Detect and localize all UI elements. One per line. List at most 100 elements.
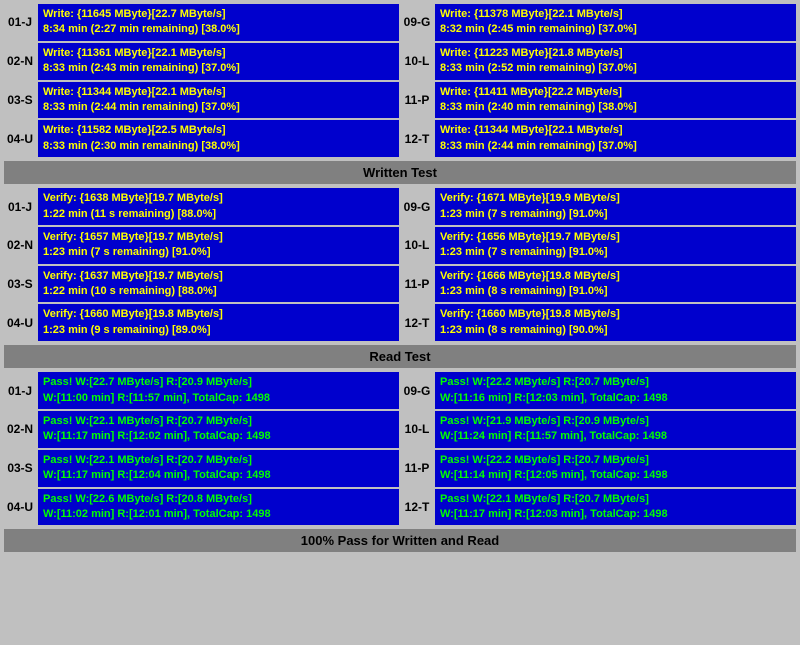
- row-cell-right: Pass! W:[22.2 MByte/s] R:[20.7 MByte/s]W…: [435, 450, 796, 487]
- cell-line2: W:[11:17 min] R:[12:02 min], TotalCap: 1…: [43, 429, 394, 444]
- row-id-right: 11-P: [401, 82, 433, 119]
- read-test-header: Read Test: [4, 345, 796, 368]
- cell-line2: W:[11:17 min] R:[12:03 min], TotalCap: 1…: [440, 507, 791, 522]
- row-cell-left: Write: {11582 MByte}[22.5 MByte/s]8:33 m…: [38, 120, 399, 157]
- verify-section: 01-JVerify: {1638 MByte}[19.7 MByte/s]1:…: [4, 188, 796, 341]
- written-test-header: Written Test: [4, 161, 796, 184]
- row-id-right: 10-L: [401, 411, 433, 448]
- row-id-right: 12-T: [401, 489, 433, 526]
- cell-line1: Pass! W:[22.2 MByte/s] R:[20.7 MByte/s]: [440, 453, 791, 468]
- write-section: 01-JWrite: {11645 MByte}[22.7 MByte/s]8:…: [4, 4, 796, 157]
- cell-line1: Verify: {1666 MByte}[19.8 MByte/s]: [440, 269, 791, 284]
- cell-line2: W:[11:17 min] R:[12:04 min], TotalCap: 1…: [43, 468, 394, 483]
- cell-line2: 1:22 min (11 s remaining) [88.0%]: [43, 207, 394, 222]
- row-id-right: 09-G: [401, 188, 433, 225]
- row-block: 02-NVerify: {1657 MByte}[19.7 MByte/s]1:…: [4, 227, 796, 264]
- cell-line2: W:[11:14 min] R:[12:05 min], TotalCap: 1…: [440, 468, 791, 483]
- read-section: 01-JPass! W:[22.7 MByte/s] R:[20.9 MByte…: [4, 372, 796, 525]
- cell-line2: 8:33 min (2:44 min remaining) [37.0%]: [43, 100, 394, 115]
- cell-line1: Verify: {1637 MByte}[19.7 MByte/s]: [43, 269, 394, 284]
- cell-line2: W:[11:00 min] R:[11:57 min], TotalCap: 1…: [43, 391, 394, 406]
- cell-line1: Write: {11645 MByte}[22.7 MByte/s]: [43, 7, 394, 22]
- cell-line1: Pass! W:[22.1 MByte/s] R:[20.7 MByte/s]: [43, 414, 394, 429]
- cell-line2: 1:23 min (7 s remaining) [91.0%]: [43, 245, 394, 260]
- cell-line1: Pass! W:[22.2 MByte/s] R:[20.7 MByte/s]: [440, 375, 791, 390]
- cell-line2: W:[11:16 min] R:[12:03 min], TotalCap: 1…: [440, 391, 791, 406]
- row-id-left: 04-U: [4, 304, 36, 341]
- cell-line1: Verify: {1660 MByte}[19.8 MByte/s]: [440, 307, 791, 322]
- cell-line2: 8:33 min (2:52 min remaining) [37.0%]: [440, 61, 791, 76]
- row-id-right: 10-L: [401, 43, 433, 80]
- row-id-left: 01-J: [4, 372, 36, 409]
- row-cell-left: Pass! W:[22.1 MByte/s] R:[20.7 MByte/s]W…: [38, 411, 399, 448]
- cell-line1: Verify: {1671 MByte}[19.9 MByte/s]: [440, 191, 791, 206]
- cell-line2: 8:32 min (2:45 min remaining) [37.0%]: [440, 22, 791, 37]
- row-block: 04-UVerify: {1660 MByte}[19.8 MByte/s]1:…: [4, 304, 796, 341]
- row-block: 01-JVerify: {1638 MByte}[19.7 MByte/s]1:…: [4, 188, 796, 225]
- cell-line2: W:[11:24 min] R:[11:57 min], TotalCap: 1…: [440, 429, 791, 444]
- row-cell-right: Write: {11411 MByte}[22.2 MByte/s]8:33 m…: [435, 82, 796, 119]
- row-id-right: 11-P: [401, 266, 433, 303]
- row-cell-right: Write: {11344 MByte}[22.1 MByte/s]8:33 m…: [435, 120, 796, 157]
- row-id-right: 09-G: [401, 372, 433, 409]
- cell-line1: Write: {11344 MByte}[22.1 MByte/s]: [440, 123, 791, 138]
- cell-line1: Verify: {1638 MByte}[19.7 MByte/s]: [43, 191, 394, 206]
- row-id-left: 02-N: [4, 411, 36, 448]
- cell-line1: Verify: {1660 MByte}[19.8 MByte/s]: [43, 307, 394, 322]
- row-cell-left: Verify: {1638 MByte}[19.7 MByte/s]1:22 m…: [38, 188, 399, 225]
- row-block: 01-JWrite: {11645 MByte}[22.7 MByte/s]8:…: [4, 4, 796, 41]
- cell-line1: Pass! W:[21.9 MByte/s] R:[20.9 MByte/s]: [440, 414, 791, 429]
- row-cell-left: Verify: {1657 MByte}[19.7 MByte/s]1:23 m…: [38, 227, 399, 264]
- row-cell-right: Verify: {1660 MByte}[19.8 MByte/s]1:23 m…: [435, 304, 796, 341]
- row-id-left: 02-N: [4, 227, 36, 264]
- cell-line2: 1:23 min (8 s remaining) [91.0%]: [440, 284, 791, 299]
- row-cell-right: Pass! W:[21.9 MByte/s] R:[20.9 MByte/s]W…: [435, 411, 796, 448]
- row-cell-right: Verify: {1666 MByte}[19.8 MByte/s]1:23 m…: [435, 266, 796, 303]
- row-id-left: 01-J: [4, 4, 36, 41]
- row-id-right: 12-T: [401, 120, 433, 157]
- row-block: 04-UWrite: {11582 MByte}[22.5 MByte/s]8:…: [4, 120, 796, 157]
- read-rows: 01-JPass! W:[22.7 MByte/s] R:[20.9 MByte…: [4, 372, 796, 525]
- row-id-left: 03-S: [4, 266, 36, 303]
- row-cell-left: Pass! W:[22.6 MByte/s] R:[20.8 MByte/s]W…: [38, 489, 399, 526]
- row-id-left: 04-U: [4, 120, 36, 157]
- verify-rows: 01-JVerify: {1638 MByte}[19.7 MByte/s]1:…: [4, 188, 796, 341]
- row-block: 04-UPass! W:[22.6 MByte/s] R:[20.8 MByte…: [4, 489, 796, 526]
- row-cell-left: Pass! W:[22.7 MByte/s] R:[20.9 MByte/s]W…: [38, 372, 399, 409]
- row-id-left: 03-S: [4, 82, 36, 119]
- row-block: 03-SPass! W:[22.1 MByte/s] R:[20.7 MByte…: [4, 450, 796, 487]
- row-cell-right: Pass! W:[22.1 MByte/s] R:[20.7 MByte/s]W…: [435, 489, 796, 526]
- cell-line2: W:[11:02 min] R:[12:01 min], TotalCap: 1…: [43, 507, 394, 522]
- row-cell-right: Pass! W:[22.2 MByte/s] R:[20.7 MByte/s]W…: [435, 372, 796, 409]
- cell-line2: 1:23 min (7 s remaining) [91.0%]: [440, 245, 791, 260]
- cell-line1: Write: {11582 MByte}[22.5 MByte/s]: [43, 123, 394, 138]
- cell-line1: Pass! W:[22.1 MByte/s] R:[20.7 MByte/s]: [440, 492, 791, 507]
- row-cell-left: Write: {11361 MByte}[22.1 MByte/s]8:33 m…: [38, 43, 399, 80]
- row-cell-left: Pass! W:[22.1 MByte/s] R:[20.7 MByte/s]W…: [38, 450, 399, 487]
- row-cell-right: Write: {11378 MByte}[22.1 MByte/s]8:32 m…: [435, 4, 796, 41]
- row-id-right: 11-P: [401, 450, 433, 487]
- row-cell-left: Verify: {1637 MByte}[19.7 MByte/s]1:22 m…: [38, 266, 399, 303]
- cell-line2: 1:23 min (7 s remaining) [91.0%]: [440, 207, 791, 222]
- row-cell-left: Write: {11645 MByte}[22.7 MByte/s]8:34 m…: [38, 4, 399, 41]
- row-block: 01-JPass! W:[22.7 MByte/s] R:[20.9 MByte…: [4, 372, 796, 409]
- cell-line1: Write: {11361 MByte}[22.1 MByte/s]: [43, 46, 394, 61]
- write-rows: 01-JWrite: {11645 MByte}[22.7 MByte/s]8:…: [4, 4, 796, 157]
- row-id-left: 04-U: [4, 489, 36, 526]
- row-cell-right: Write: {11223 MByte}[21.8 MByte/s]8:33 m…: [435, 43, 796, 80]
- row-id-right: 09-G: [401, 4, 433, 41]
- cell-line1: Write: {11411 MByte}[22.2 MByte/s]: [440, 85, 791, 100]
- cell-line2: 1:23 min (8 s remaining) [90.0%]: [440, 323, 791, 338]
- cell-line1: Verify: {1656 MByte}[19.7 MByte/s]: [440, 230, 791, 245]
- row-block: 03-S Write: {11344 MByte}[22.1 MByte/s]8:…: [4, 82, 796, 119]
- row-cell-left: Verify: {1660 MByte}[19.8 MByte/s]1:23 m…: [38, 304, 399, 341]
- cell-line1: Write: {11344 MByte}[22.1 MByte/s]: [43, 85, 394, 100]
- cell-line2: 8:33 min (2:30 min remaining) [38.0%]: [43, 139, 394, 154]
- cell-line1: Pass! W:[22.7 MByte/s] R:[20.9 MByte/s]: [43, 375, 394, 390]
- row-block: 02-NPass! W:[22.1 MByte/s] R:[20.7 MByte…: [4, 411, 796, 448]
- row-block: 02-NWrite: {11361 MByte}[22.1 MByte/s]8:…: [4, 43, 796, 80]
- cell-line2: 1:22 min (10 s remaining) [88.0%]: [43, 284, 394, 299]
- row-id-right: 10-L: [401, 227, 433, 264]
- cell-line1: Write: {11223 MByte}[21.8 MByte/s]: [440, 46, 791, 61]
- row-block: 03-SVerify: {1637 MByte}[19.7 MByte/s]1:…: [4, 266, 796, 303]
